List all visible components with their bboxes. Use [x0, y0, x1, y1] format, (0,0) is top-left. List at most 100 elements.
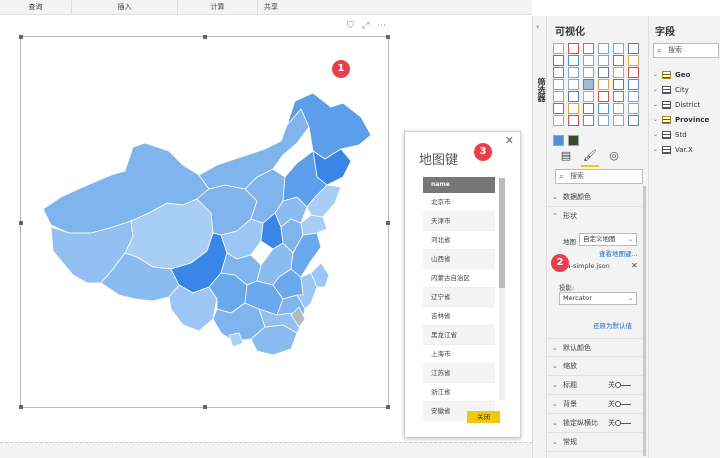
visual-type-icon[interactable]: [583, 79, 594, 90]
field-item[interactable]: ⌄ District: [653, 98, 700, 112]
chevron-down-icon[interactable]: ⌄: [653, 68, 658, 82]
search-input[interactable]: ⌕ 搜索: [555, 169, 643, 184]
visual-type-icon[interactable]: [568, 55, 579, 66]
visual-type-icon[interactable]: [583, 67, 594, 78]
visual-type-icon[interactable]: [583, 43, 594, 54]
section-general[interactable]: ⌄ 常规: [547, 433, 645, 452]
close-icon[interactable]: ✕: [505, 134, 514, 147]
lock-aspect-toggle[interactable]: 关: [608, 414, 631, 433]
visual-type-icon[interactable]: [583, 103, 594, 114]
reset-default-link[interactable]: 还原为默认值: [593, 320, 632, 330]
visual-type-icon[interactable]: [598, 67, 609, 78]
visual-type-icon[interactable]: [553, 43, 564, 54]
visual-type-icon[interactable]: [553, 79, 564, 90]
scrollbar[interactable]: [499, 178, 505, 400]
background-toggle[interactable]: 关: [608, 395, 631, 414]
visual-type-icon[interactable]: [628, 79, 639, 90]
visual-type-icon[interactable]: [628, 55, 639, 66]
chevron-down-icon[interactable]: ⌄: [653, 98, 658, 112]
ribbon-group-share[interactable]: 共享: [258, 0, 284, 15]
ribbon-group-calculate[interactable]: 计算: [178, 0, 258, 15]
section-zoom[interactable]: ⌄ 缩放: [547, 357, 645, 376]
visual-type-icon[interactable]: [628, 103, 639, 114]
visual-type-icon[interactable]: [613, 67, 624, 78]
chevron-down-icon[interactable]: ⌄: [653, 83, 658, 97]
visual-type-icon[interactable]: [568, 91, 579, 102]
projection-select[interactable]: Mercator ⌄: [559, 292, 637, 305]
collapse-icon[interactable]: ‹: [536, 22, 539, 31]
custom-visual-icon[interactable]: [568, 135, 579, 146]
scrollbar-thumb[interactable]: [499, 178, 505, 288]
analytics-tab-icon[interactable]: ◎: [605, 149, 623, 167]
visual-type-icon[interactable]: [598, 79, 609, 90]
visual-type-icon[interactable]: [553, 55, 564, 66]
report-visual-icon[interactable]: [553, 135, 564, 146]
scrollbar[interactable]: [643, 186, 646, 456]
remove-file-icon[interactable]: ✕: [631, 261, 638, 270]
visual-type-icon[interactable]: [598, 115, 609, 126]
visual-type-icon[interactable]: [553, 115, 564, 126]
table-row: 吉林省: [423, 307, 495, 326]
visual-type-icon[interactable]: [598, 91, 609, 102]
step-badge-1: 1: [332, 60, 350, 78]
map-visual[interactable]: [19, 35, 390, 409]
visual-type-icon[interactable]: [568, 79, 579, 90]
china-map: [42, 92, 372, 356]
section-data-colors[interactable]: ⌄ 数据颜色: [547, 188, 645, 207]
chevron-down-icon[interactable]: ⌄: [653, 113, 658, 127]
visual-type-icon[interactable]: [628, 43, 639, 54]
chevron-down-icon[interactable]: ⌄: [653, 143, 658, 157]
visual-type-icon[interactable]: [598, 55, 609, 66]
more-options-icon[interactable]: ⋯: [377, 21, 386, 31]
visual-type-icon[interactable]: [568, 43, 579, 54]
filters-label[interactable]: 筛选器: [533, 78, 547, 102]
visual-type-icon[interactable]: [553, 91, 564, 102]
filter-icon[interactable]: ⛉: [347, 21, 354, 31]
visual-type-icon[interactable]: [613, 43, 624, 54]
view-map-keys-link[interactable]: 查看地图键...: [599, 248, 638, 258]
visual-type-icon[interactable]: [583, 115, 594, 126]
section-title[interactable]: ⌄ 标题 关: [547, 376, 645, 395]
title-toggle[interactable]: 关: [608, 376, 631, 395]
map-select[interactable]: 自定义地图 ⌄: [579, 233, 637, 246]
visual-type-icon[interactable]: [598, 103, 609, 114]
visual-type-icon[interactable]: [613, 79, 624, 90]
filters-pane-collapsed[interactable]: ‹ 筛选器: [532, 16, 546, 458]
visual-type-icon[interactable]: [583, 55, 594, 66]
field-item[interactable]: ⌄ Geo: [653, 68, 690, 82]
visual-type-icon[interactable]: [568, 103, 579, 114]
focus-mode-icon[interactable]: ⤢: [362, 21, 369, 31]
close-button[interactable]: 关闭: [467, 411, 500, 423]
table-row: 天津市: [423, 212, 495, 231]
field-item[interactable]: ⌄ Province: [653, 113, 709, 127]
visual-type-icon[interactable]: [613, 55, 624, 66]
format-tab-icon[interactable]: 🖌: [581, 149, 599, 167]
visual-type-icon[interactable]: [553, 67, 564, 78]
fields-tab-icon[interactable]: ▤: [557, 149, 575, 167]
visual-type-icon[interactable]: [568, 115, 579, 126]
section-background[interactable]: ⌄ 背景 关: [547, 395, 645, 414]
search-input[interactable]: ⌕ 搜索: [653, 43, 719, 58]
step-badge-3: 3: [474, 143, 492, 161]
visual-type-icon[interactable]: [628, 67, 639, 78]
visual-type-icon[interactable]: [628, 115, 639, 126]
section-lock-aspect[interactable]: ⌄ 锁定纵横比 关: [547, 414, 645, 433]
ribbon-group-query[interactable]: 查询: [0, 0, 72, 15]
visual-type-icon[interactable]: [613, 91, 624, 102]
visual-type-icon[interactable]: [613, 115, 624, 126]
ribbon-group-insert[interactable]: 插入: [72, 0, 178, 15]
section-shape[interactable]: ⌃ 形状: [547, 207, 645, 226]
visual-type-icon[interactable]: [598, 43, 609, 54]
visual-type-icon[interactable]: [613, 103, 624, 114]
visual-type-icon[interactable]: [568, 67, 579, 78]
visual-type-icon[interactable]: [553, 103, 564, 114]
section-default-color[interactable]: ⌄ 默认颜色: [547, 338, 645, 357]
field-item[interactable]: ⌄ City: [653, 83, 689, 97]
table-row: 内蒙古自治区: [423, 269, 495, 288]
page-tabs-bar: [0, 442, 532, 458]
field-item[interactable]: ⌄ Var.X: [653, 143, 693, 157]
field-item[interactable]: ⌄ Std: [653, 128, 687, 142]
visual-type-icon[interactable]: [628, 91, 639, 102]
chevron-down-icon[interactable]: ⌄: [653, 128, 658, 142]
visual-type-icon[interactable]: [583, 91, 594, 102]
